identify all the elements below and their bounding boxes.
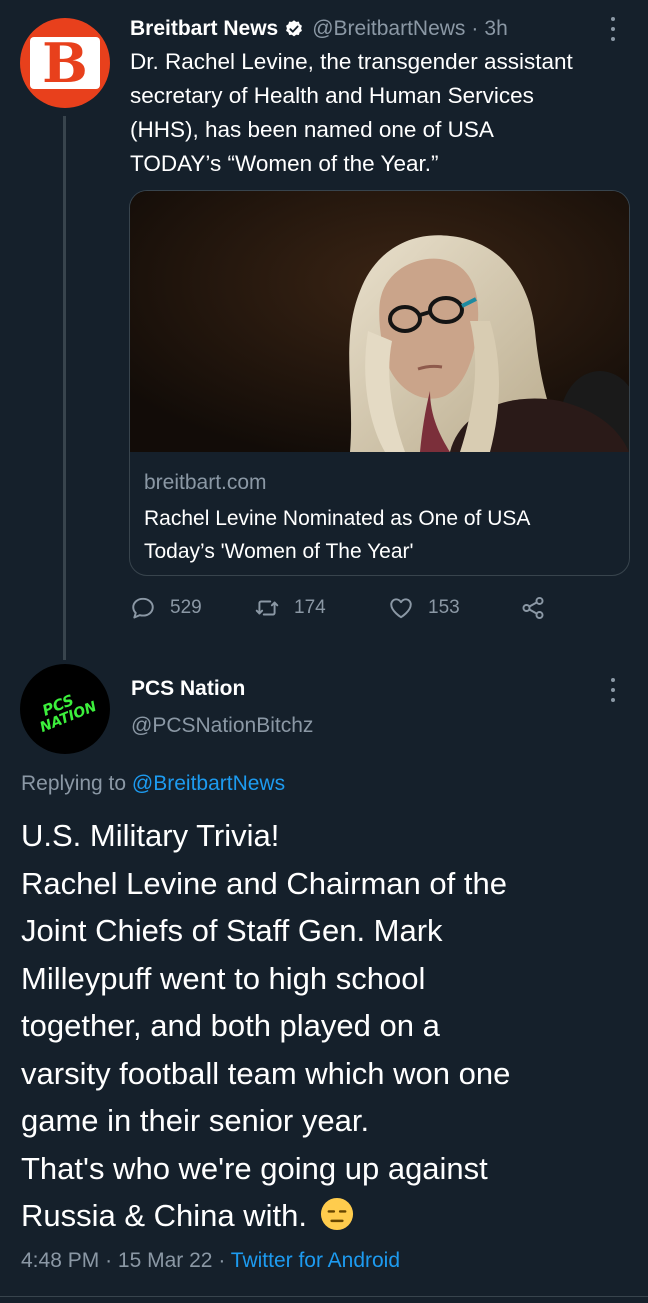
replying-to-label: Replying to <box>21 772 132 795</box>
replying-to-mention-link[interactable]: @BreitbartNews <box>132 772 285 795</box>
share-icon <box>522 596 544 620</box>
pcs-nation-avatar[interactable]: PCS NATION <box>20 664 110 754</box>
like-button[interactable]: 153 <box>388 592 460 624</box>
tweet1-text: Dr. Rachel Levine, the transgender assis… <box>130 45 635 181</box>
tweet1-header: Breitbart News @BreitbartNews · 3h <box>130 14 508 44</box>
tweet2-text-line: together, and both played on a <box>21 1008 440 1043</box>
link-preview-card[interactable]: breitbart.com Rachel Levine Nominated as… <box>129 190 630 576</box>
tweet1-text-line: secretary of Health and Human Services <box>130 83 534 108</box>
reply-icon <box>132 597 154 619</box>
link-preview-photo <box>130 191 629 452</box>
tweet2-text-line: U.S. Military Trivia! <box>21 818 280 853</box>
verified-badge-icon <box>286 20 303 37</box>
tweet2-more-options-icon[interactable] <box>609 678 617 702</box>
replying-to-line: Replying to @BreitbartNews <box>21 772 285 796</box>
tweet2-handle[interactable]: @PCSNationBitchz <box>131 714 313 738</box>
link-preview-text: breitbart.com Rachel Levine Nominated as… <box>144 468 614 568</box>
reply-count: 529 <box>170 597 202 618</box>
like-count: 153 <box>428 597 460 618</box>
tweet2-meta: 4:48 PM · 15 Mar 22 · Twitter for Androi… <box>21 1249 400 1273</box>
tweet1-text-line: TODAY’s “Women of the Year.” <box>130 151 439 176</box>
reply-button[interactable]: 529 <box>130 592 202 624</box>
tweet2-text-line: Joint Chiefs of Staff Gen. Mark <box>21 913 443 948</box>
portrait-photo-illustration <box>130 191 629 452</box>
expressionless-face-emoji-icon <box>320 1197 353 1231</box>
tweet2-text-line: That's who we're going up against <box>21 1150 488 1186</box>
tweet2-meta-separator: · <box>218 1249 226 1272</box>
tweet2-source-link[interactable]: Twitter for Android <box>231 1249 400 1272</box>
tweet2-meta-separator: · <box>105 1249 113 1272</box>
tweet2-text-line-last: Russia & China with. <box>21 1192 633 1240</box>
bottom-divider <box>0 1296 648 1297</box>
tweet1-timestamp[interactable]: 3h <box>484 17 507 41</box>
thread-connector-line <box>63 116 66 660</box>
tweet2-text-line: varsity football team which won one <box>21 1055 511 1091</box>
tweet1-text-line: Dr. Rachel Levine, the transgender assis… <box>130 49 573 74</box>
tweet1-text-line: (HHS), has been named one of USA <box>130 117 494 142</box>
tweet2-time[interactable]: 4:48 PM <box>21 1249 99 1272</box>
tweet2-text-line: game in their senior year. <box>21 1103 370 1138</box>
link-preview-domain: breitbart.com <box>144 471 267 494</box>
tweet2-date[interactable]: 15 Mar 22 <box>118 1249 213 1272</box>
tweet2-text-line: Rachel Levine and Chairman of the <box>21 865 507 901</box>
breitbart-logo: B <box>30 31 100 95</box>
tweet1-author-name[interactable]: Breitbart News <box>130 17 278 41</box>
tweet2-text: U.S. Military Trivia! Rachel Levine and … <box>21 812 633 1240</box>
link-preview-title: Rachel Levine Nominated as One of USA To… <box>144 502 614 568</box>
share-button[interactable] <box>520 592 546 624</box>
retweet-count: 174 <box>294 597 326 618</box>
tweet1-handle[interactable]: @BreitbartNews <box>312 17 465 41</box>
link-preview-title-line: Rachel Levine Nominated as One of USA <box>144 507 531 530</box>
tweet1-more-options-icon[interactable] <box>609 17 617 41</box>
link-preview-title-line: Today’s 'Women of The Year' <box>144 540 414 563</box>
pcs-nation-logo: PCS NATION <box>38 691 100 736</box>
tweet2-author-name[interactable]: PCS Nation <box>131 677 245 701</box>
breitbart-logo-letter: B <box>42 31 88 95</box>
tweet1-action-bar: 529 174 153 <box>130 592 560 624</box>
tweet2-text-line: Russia & China with. <box>21 1198 308 1233</box>
heart-icon <box>390 598 412 619</box>
tweet1-header-separator: · <box>471 17 479 40</box>
breitbart-avatar[interactable]: B <box>20 18 110 108</box>
retweet-button[interactable]: 174 <box>254 592 326 624</box>
tweet2-text-line: Milleypuff went to high school <box>21 960 426 996</box>
retweet-icon <box>255 600 279 616</box>
